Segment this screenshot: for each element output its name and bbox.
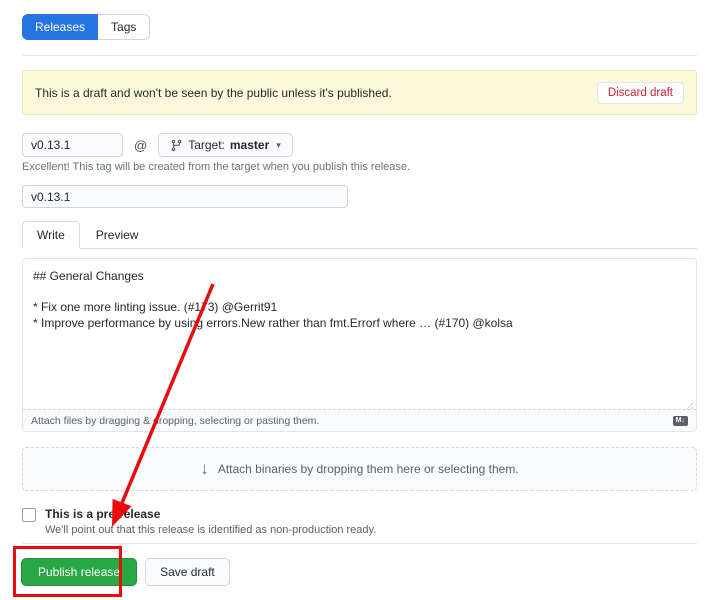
target-label: Target: <box>188 138 225 152</box>
release-title-input[interactable] <box>22 185 348 208</box>
resize-grip-icon[interactable] <box>684 398 694 408</box>
releases-tags-switcher: Releases Tags <box>22 14 150 40</box>
prerelease-section: This is a pre-release We'll point out th… <box>22 507 376 536</box>
tag-helper-text: Excellent! This tag will be created from… <box>22 161 410 173</box>
chevron-down-icon: ▾ <box>276 140 281 151</box>
arrow-down-icon: ↓ <box>200 459 209 479</box>
tab-preview[interactable]: Preview <box>80 222 155 248</box>
git-branch-icon <box>170 139 183 152</box>
prerelease-checkbox[interactable] <box>22 508 36 522</box>
tab-releases[interactable]: Releases <box>22 14 98 40</box>
at-symbol: @ <box>134 138 147 153</box>
action-buttons: Publish release Save draft <box>21 558 230 586</box>
prerelease-helper: We'll point out that this release is ide… <box>45 524 376 536</box>
subnav-divider <box>22 55 697 56</box>
target-branch-name: master <box>230 138 269 152</box>
draft-banner-message: This is a draft and won't be seen by the… <box>35 86 392 100</box>
prerelease-label: This is a pre-release <box>45 507 376 521</box>
attach-binaries-dropzone[interactable]: ↓ Attach binaries by dropping them here … <box>22 447 697 491</box>
tab-write[interactable]: Write <box>22 221 80 249</box>
attach-binaries-label: Attach binaries by dropping them here or… <box>218 462 519 476</box>
tag-row: @ Target: master ▾ <box>22 133 293 157</box>
actions-divider <box>22 543 697 544</box>
attach-files-bar[interactable]: Attach files by dragging & dropping, sel… <box>23 409 696 431</box>
release-body-editor: ## General Changes * Fix one more lintin… <box>22 258 697 432</box>
discard-draft-button[interactable]: Discard draft <box>597 82 684 104</box>
attach-files-hint: Attach files by dragging & dropping, sel… <box>31 415 319 427</box>
publish-release-button[interactable]: Publish release <box>21 558 137 586</box>
target-branch-dropdown[interactable]: Target: master ▾ <box>158 133 293 157</box>
markdown-icon: M↓ <box>673 416 688 426</box>
draft-banner: This is a draft and won't be seen by the… <box>22 70 697 115</box>
tag-name-input[interactable] <box>22 133 123 157</box>
save-draft-button[interactable]: Save draft <box>145 558 230 586</box>
release-draft-page: Releases Tags This is a draft and won't … <box>0 0 707 600</box>
release-body-textarea[interactable]: ## General Changes * Fix one more lintin… <box>23 259 696 397</box>
tab-tags[interactable]: Tags <box>98 14 150 40</box>
editor-tabbar: Write Preview <box>22 222 697 249</box>
